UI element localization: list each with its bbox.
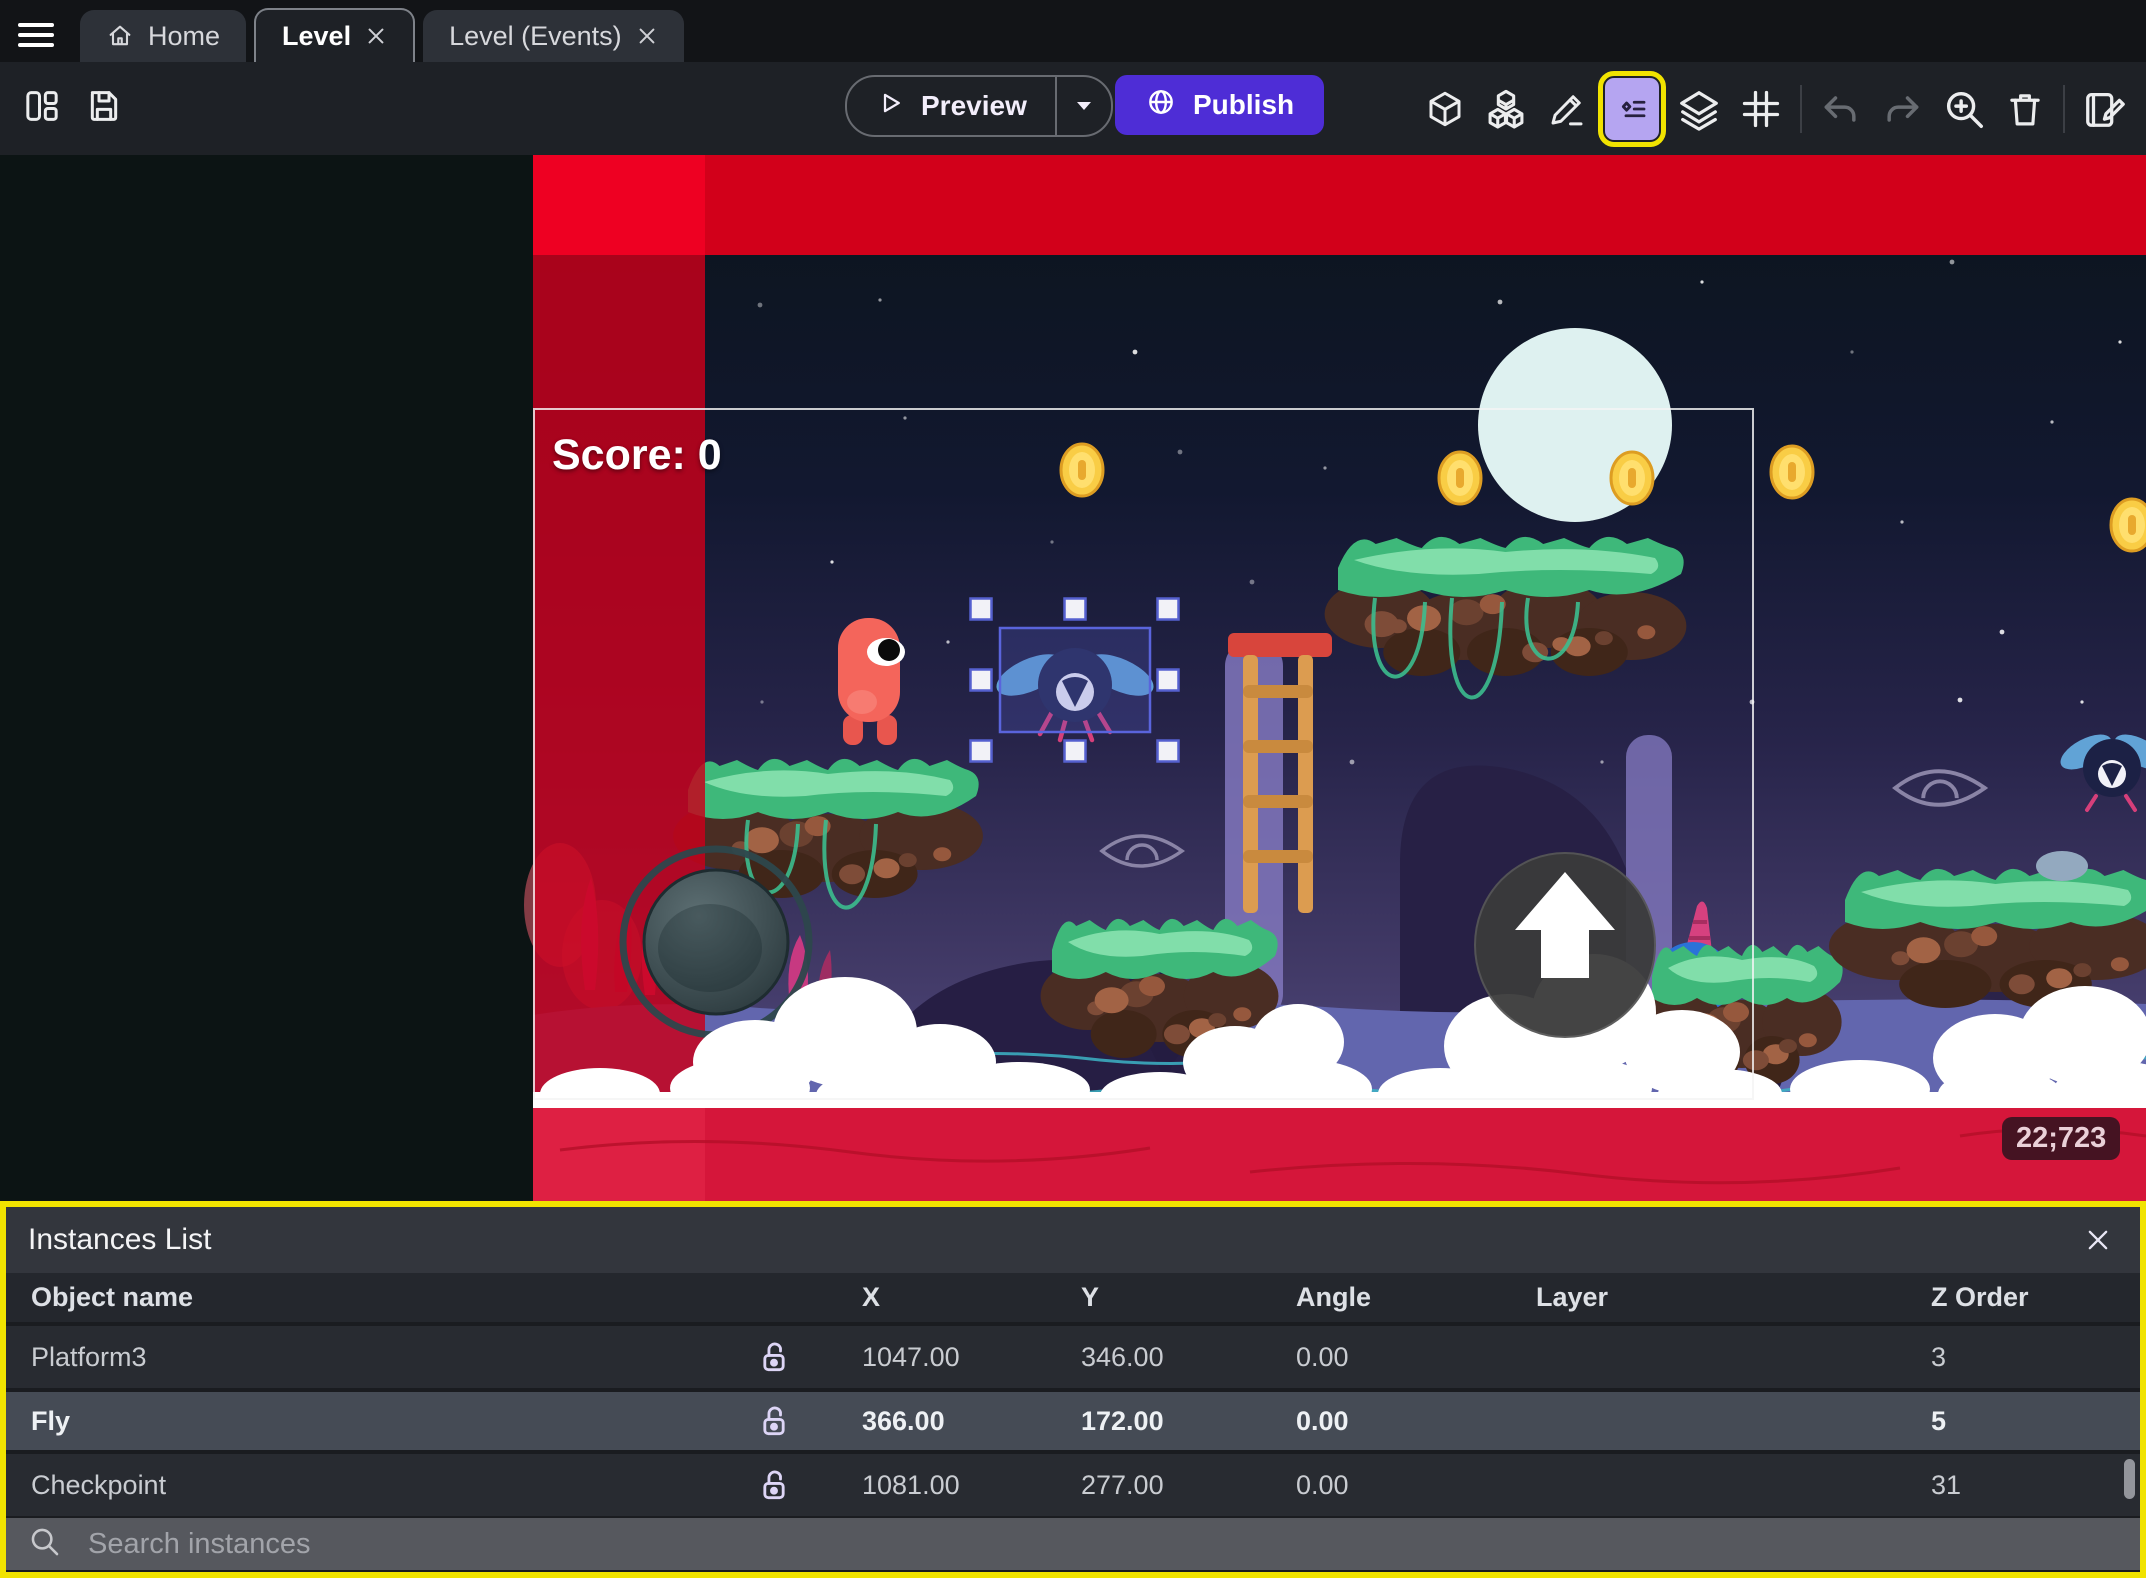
- coin[interactable]: [1609, 450, 1655, 506]
- instance-angle: 0.00: [1296, 1405, 1349, 1436]
- scene-toolbar: Preview Publish: [0, 62, 2146, 155]
- tab-bar: Home Level Level (Events): [0, 0, 2146, 62]
- publish-button[interactable]: Publish: [1115, 75, 1325, 135]
- globe-icon: [1145, 86, 1177, 125]
- column-header-angle[interactable]: Angle: [1275, 1282, 1515, 1313]
- column-header-x[interactable]: X: [841, 1282, 1060, 1313]
- zoom-in-icon[interactable]: [1941, 86, 1987, 132]
- coin[interactable]: [1437, 450, 1483, 506]
- tab-home-label: Home: [148, 20, 221, 51]
- column-header-y[interactable]: Y: [1060, 1282, 1275, 1313]
- search-bar: [6, 1518, 2140, 1570]
- instances-list-icon[interactable]: [1598, 71, 1666, 147]
- trash-icon[interactable]: [2004, 88, 2046, 130]
- close-tab-icon[interactable]: [636, 25, 658, 47]
- instances-list-panel: Instances List Object name X Y Angle Lay…: [0, 1201, 2146, 1578]
- home-icon: [106, 22, 134, 50]
- gdevelop-editor-window: Home Level Level (Events) Preview Publis…: [0, 0, 2146, 1578]
- instance-zorder: 5: [1931, 1405, 1947, 1436]
- unlock-icon[interactable]: [706, 1465, 841, 1505]
- panel-layout-icon[interactable]: [22, 86, 62, 126]
- column-header-layer[interactable]: Layer: [1515, 1282, 1910, 1313]
- save-icon[interactable]: [84, 86, 124, 126]
- coin[interactable]: [1059, 442, 1105, 498]
- jump-button[interactable]: [1474, 852, 1656, 1038]
- divider: [2063, 85, 2065, 133]
- tab-level[interactable]: Level: [254, 8, 416, 62]
- score-text-object[interactable]: Score: 0: [552, 431, 722, 480]
- preview-options-chevron-down-icon[interactable]: [1057, 77, 1111, 135]
- publish-label: Publish: [1193, 89, 1295, 120]
- close-tab-icon[interactable]: [365, 25, 387, 47]
- instance-y: 277.00: [1081, 1469, 1164, 1500]
- object-groups-icon[interactable]: [1483, 86, 1529, 132]
- redo-icon[interactable]: [1880, 87, 1924, 131]
- preview-button[interactable]: Preview: [847, 77, 1055, 135]
- instance-zorder: 31: [1931, 1469, 1962, 1500]
- search-instances-input[interactable]: [86, 1526, 2118, 1562]
- instance-y: 172.00: [1081, 1405, 1164, 1436]
- table-header: Object name X Y Angle Layer Z Order: [6, 1273, 2140, 1322]
- instance-name: Fly: [31, 1405, 71, 1436]
- column-header-name[interactable]: Object name: [6, 1282, 706, 1313]
- instance-x: 1081.00: [862, 1469, 960, 1500]
- layers-icon[interactable]: [1676, 86, 1722, 132]
- grid-icon[interactable]: [1739, 87, 1783, 131]
- instance-angle: 0.00: [1296, 1341, 1349, 1372]
- undo-icon[interactable]: [1819, 87, 1863, 131]
- tab-level-label: Level: [282, 20, 352, 51]
- panel-title: Instances List: [28, 1223, 212, 1256]
- instance-y: 346.00: [1081, 1341, 1164, 1372]
- column-header-zorder[interactable]: Z Order: [1910, 1282, 2140, 1313]
- tab-level-events[interactable]: Level (Events): [423, 10, 684, 62]
- instance-name: Platform3: [31, 1341, 147, 1372]
- scene-editor-canvas[interactable]: Score: 0 22;723: [0, 155, 2146, 1201]
- stone: [2036, 851, 2088, 881]
- table-row[interactable]: Platform3 1047.00 346.00 0.00 3: [6, 1326, 2140, 1388]
- bottom-red-band: [533, 1108, 2146, 1201]
- instance-x: 1047.00: [862, 1341, 960, 1372]
- instance-angle: 0.00: [1296, 1469, 1349, 1500]
- coin[interactable]: [1769, 444, 1815, 500]
- divider: [1800, 85, 1802, 133]
- close-panel-icon[interactable]: [2078, 1225, 2118, 1255]
- preview-split-button: Preview: [845, 75, 1113, 137]
- instance-zorder: 3: [1931, 1341, 1947, 1372]
- search-icon: [28, 1525, 62, 1564]
- table-row[interactable]: Checkpoint 1081.00 277.00 0.00 31: [6, 1454, 2140, 1516]
- preview-label: Preview: [921, 90, 1027, 121]
- scene-artwork: [0, 155, 2146, 1201]
- tab-level-events-label: Level (Events): [449, 20, 622, 51]
- coin[interactable]: [2109, 497, 2146, 553]
- edit-scene-pencil-icon[interactable]: [1546, 88, 1588, 130]
- scrollbar-thumb[interactable]: [2124, 1459, 2135, 1499]
- tab-home[interactable]: Home: [80, 10, 247, 62]
- instance-name: Checkpoint: [31, 1469, 167, 1500]
- play-icon: [875, 88, 905, 125]
- unlock-icon[interactable]: [706, 1337, 841, 1377]
- scene-properties-icon[interactable]: [2082, 86, 2128, 132]
- cursor-coordinates-badge: 22;723: [2002, 1117, 2121, 1160]
- main-menu-icon[interactable]: [14, 13, 58, 51]
- objects-list-cube-icon[interactable]: [1424, 88, 1466, 130]
- unlock-icon[interactable]: [706, 1401, 841, 1441]
- instance-x: 366.00: [862, 1405, 945, 1436]
- table-row-selected[interactable]: Fly 366.00 172.00 0.00 5: [6, 1392, 2140, 1450]
